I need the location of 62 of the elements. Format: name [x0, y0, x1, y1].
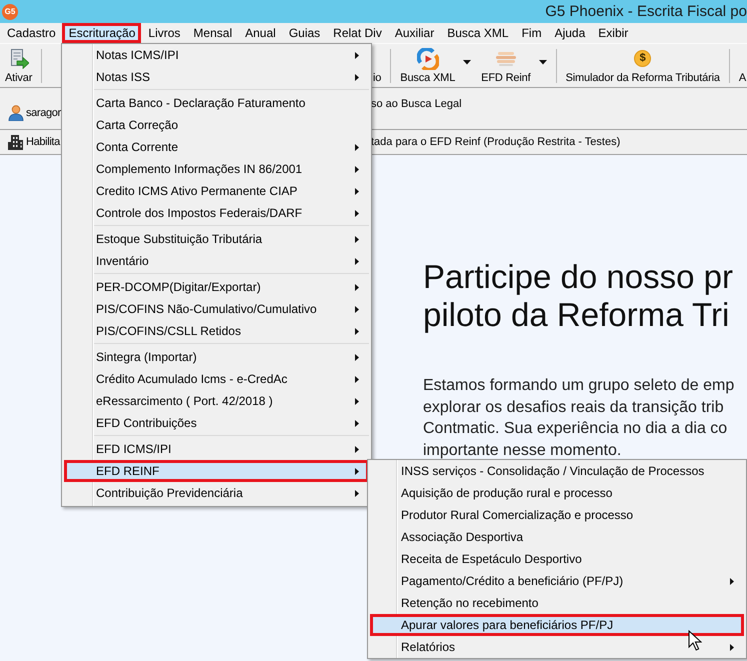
paragraph: Estamos formando um grupo seleto de emp explorar os desafios reais da transição trib Contmatic. Sua experiência no dia a dia co importante nesse momento.: [423, 376, 736, 460]
menu-bar-item[interactable]: Escrituração: [62, 23, 142, 43]
menu-item[interactable]: Sintegra (Importar): [64, 346, 369, 368]
menu-item[interactable]: Contribuição Previdenciária: [64, 482, 369, 504]
menu-item[interactable]: eRessarcimento ( Port. 42/2018 ): [64, 390, 369, 412]
status-text: tada para o EFD Reinf (Produção Restrita - Testes): [371, 134, 620, 150]
menu-bar-item[interactable]: Relat Div: [326, 23, 388, 43]
menu-item[interactable]: Inventário: [64, 250, 369, 272]
menu-item[interactable]: EFD REINF: [64, 460, 369, 482]
menu-item[interactable]: Relatórios: [370, 636, 744, 658]
menu-item[interactable]: Carta Banco - Declaração Faturamento: [64, 92, 369, 114]
menu-item[interactable]: INSS serviços - Consolidação / Vinculação de Processos: [370, 460, 744, 482]
menu-item[interactable]: Estoque Substituição Tributária: [64, 228, 369, 250]
menu-item[interactable]: Apurar valores para beneficiários PF/PJ: [370, 614, 744, 636]
coin-icon: $: [634, 50, 652, 67]
menu-item[interactable]: Notas ICMS/IPI: [64, 44, 369, 66]
menu-item[interactable]: EFD ICMS/IPI: [64, 438, 369, 460]
toolbar-button[interactable]: Busca XML: [395, 44, 476, 86]
heading: Participe do nosso pr piloto da Reforma Tri: [423, 258, 734, 334]
status-text: Habilita: [26, 134, 60, 150]
menu-item[interactable]: Controle dos Impostos Federais/DARF: [64, 202, 369, 224]
user-name: saragor: [26, 106, 61, 120]
menu-bar-item[interactable]: Cadastro: [0, 23, 62, 43]
menu-item[interactable]: Produtor Rural Comercialização e processo: [370, 504, 744, 526]
circular-arrow-icon: [416, 48, 439, 70]
menu-item[interactable]: Associação Desportiva: [370, 526, 744, 548]
menu-item[interactable]: Retenção no recebimento: [370, 592, 744, 614]
menu-item[interactable]: Pagamento/Crédito a beneficiário (PF/PJ): [370, 570, 744, 592]
menu-bar-item[interactable]: Busca XML: [440, 23, 515, 43]
mouse-pointer-icon: [688, 630, 702, 651]
menu-item[interactable]: Crédito Acumulado Icms - e-CredAc: [64, 368, 369, 390]
menu-item[interactable]: Conta Corrente: [64, 136, 369, 158]
menu-item[interactable]: PIS/COFINS/CSLL Retidos: [64, 320, 369, 342]
menu-item[interactable]: Carta Correção: [64, 114, 369, 136]
toolbar-button[interactable]: A: [734, 44, 746, 86]
building-icon: [8, 134, 24, 150]
menu-bar-item[interactable]: Livros: [141, 23, 186, 43]
menu-item[interactable]: Aquisição de produção rural e processo: [370, 482, 744, 504]
toolbar-button[interactable]: io: [368, 44, 386, 86]
app-logo: G5: [2, 4, 18, 20]
menu-bar-item[interactable]: Ajuda: [548, 23, 592, 43]
menu-bar-item[interactable]: Auxiliar: [388, 23, 440, 43]
menu-bar-item[interactable]: Anual: [238, 23, 282, 43]
menu-item[interactable]: Notas ISS: [64, 66, 369, 88]
menu-bar-item[interactable]: Fim: [514, 23, 548, 43]
user-icon: [8, 105, 24, 121]
document-arrow-icon: [8, 48, 29, 68]
menu-item[interactable]: Complemento Informações IN 86/2001: [64, 158, 369, 180]
toolbar-button[interactable]: EFD Reinf: [476, 44, 552, 86]
notice-text: so ao Busca Legal: [371, 97, 462, 112]
menu-bar-item[interactable]: Guias: [282, 23, 326, 43]
menu-item[interactable]: PIS/COFINS Não-Cumulativo/Cumulativo: [64, 298, 369, 320]
menu-bar-item[interactable]: Exibir: [591, 23, 634, 43]
menu-item[interactable]: Receita de Espetáculo Desportivo: [370, 548, 744, 570]
menu-item[interactable]: PER-DCOMP(Digitar/Exportar): [64, 276, 369, 298]
menu-bar-item[interactable]: Mensal: [186, 23, 238, 43]
toolbar-button[interactable]: $ Simulador da Reforma Tributária: [560, 44, 725, 86]
window-title: G5 Phoenix - Escrita Fiscal po: [545, 2, 747, 22]
toolbar-button[interactable]: Ativar: [0, 44, 38, 86]
menu-item[interactable]: EFD Contribuições: [64, 412, 369, 434]
menu-item[interactable]: Credito ICMS Ativo Permanente CIAP: [64, 180, 369, 202]
stack-icon: [494, 50, 517, 66]
